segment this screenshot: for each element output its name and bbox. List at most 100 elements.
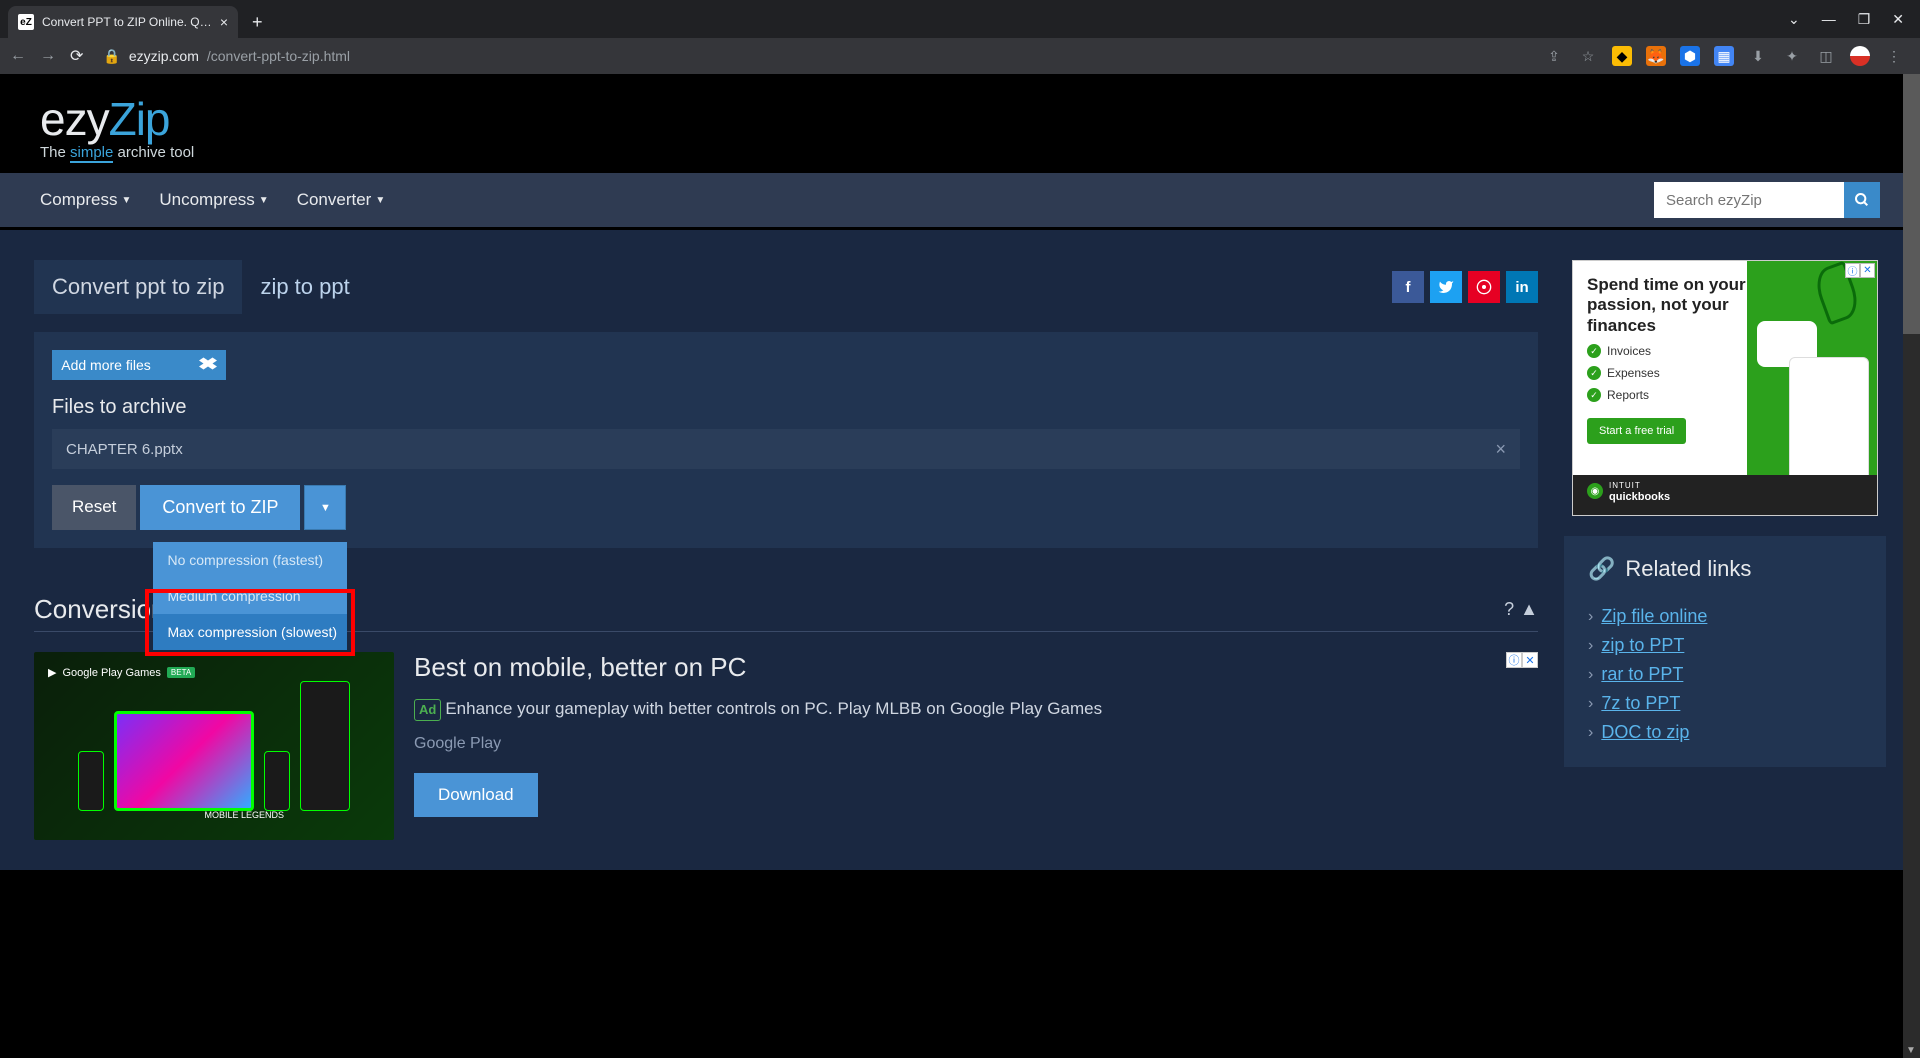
browser-titlebar: eZ Convert PPT to ZIP Online. Quick… × +… <box>0 0 1920 38</box>
content-area: Convert ppt to zip zip to ppt f in Add m… <box>0 227 1920 870</box>
browser-addressbar: ← → ⟳ 🔒 ezyzip.com/convert-ppt-to-zip.ht… <box>0 38 1920 74</box>
add-more-files-button[interactable]: Add more files <box>52 350 226 380</box>
tab-convert-ppt-to-zip[interactable]: Convert ppt to zip <box>34 260 242 314</box>
related-link-item: ›rar to PPT <box>1588 660 1862 689</box>
social-buttons: f in <box>1392 271 1538 303</box>
close-icon[interactable]: × <box>220 14 228 30</box>
nav-uncompress[interactable]: Uncompress▼ <box>159 190 268 210</box>
tab-dropdown-icon[interactable]: ⌄ <box>1788 11 1800 28</box>
back-button[interactable]: ← <box>10 47 26 65</box>
beta-badge: BETA <box>167 667 195 678</box>
ad-info-icon[interactable]: ⓘ <box>1506 652 1522 668</box>
extension-icon-4[interactable]: ▦ <box>1714 46 1734 66</box>
ad-badge: Ad <box>414 699 441 721</box>
new-tab-button[interactable]: + <box>252 12 263 33</box>
side-ad-cta-button[interactable]: Start a free trial <box>1587 418 1686 444</box>
profile-avatar[interactable] <box>1850 46 1870 66</box>
file-name: CHAPTER 6.pptx <box>66 441 183 458</box>
help-icon: ? <box>1504 599 1514 620</box>
dropdown-option-no-compression[interactable]: No compression (fastest) <box>153 542 347 578</box>
extension-icon-2[interactable]: 🦊 <box>1646 46 1666 66</box>
minimize-button[interactable]: — <box>1822 11 1836 27</box>
related-link[interactable]: 7z to PPT <box>1601 693 1680 714</box>
bookmark-icon[interactable]: ☆ <box>1578 46 1598 66</box>
compression-dropdown: No compression (fastest) Medium compress… <box>153 542 347 650</box>
search-input[interactable] <box>1654 182 1844 218</box>
ad-info-icon[interactable]: ⓘ <box>1845 263 1860 278</box>
extension-icon-3[interactable]: ⬢ <box>1680 46 1700 66</box>
add-more-files-label: Add more files <box>61 357 150 373</box>
logo-part1: ezy <box>40 93 109 145</box>
nav-compress-label: Compress <box>40 190 117 210</box>
url-display[interactable]: 🔒 ezyzip.com/convert-ppt-to-zip.html <box>103 48 350 65</box>
compression-dropdown-button[interactable]: ▼ No compression (fastest) Medium compre… <box>304 485 346 530</box>
extensions-icon[interactable]: ✦ <box>1782 46 1802 66</box>
maximize-button[interactable]: ❐ <box>1858 11 1871 28</box>
ad-controls: ⓘ ✕ <box>1506 652 1538 668</box>
mobile-legends-logo: MOBILE LEGENDS <box>204 810 284 820</box>
menu-icon[interactable]: ⋮ <box>1884 46 1904 66</box>
link-icon: 🔗 <box>1588 556 1615 582</box>
ad-close-icon[interactable]: ✕ <box>1860 263 1875 278</box>
reset-button[interactable]: Reset <box>52 485 136 530</box>
tab-social-row: Convert ppt to zip zip to ppt f in <box>34 260 1538 314</box>
side-ad-feature: ✓Reports <box>1587 388 1747 402</box>
dropdown-option-medium-compression[interactable]: Medium compression <box>153 578 347 614</box>
search-box <box>1654 182 1880 218</box>
sidebar-advertisement[interactable]: ⓘ ✕ Spend time on your passion, not your… <box>1572 260 1878 516</box>
tab-zip-to-ppt-link[interactable]: zip to ppt <box>260 274 349 299</box>
twitter-icon[interactable] <box>1430 271 1462 303</box>
scroll-down-icon[interactable]: ▼ <box>1906 1045 1916 1056</box>
check-icon: ✓ <box>1587 366 1601 380</box>
nav-converter[interactable]: Converter▼ <box>297 190 386 210</box>
related-link[interactable]: Zip file online <box>1601 606 1707 627</box>
dropdown-option-max-compression[interactable]: Max compression (slowest) <box>153 614 347 650</box>
side-ad-feature: ✓Invoices <box>1587 344 1747 358</box>
instructions-toggle[interactable]: ? ▲ <box>1504 599 1538 620</box>
related-link-item: ›zip to PPT <box>1588 631 1862 660</box>
reload-button[interactable]: ⟳ <box>70 46 83 66</box>
tab-favicon: eZ <box>18 14 34 30</box>
chevron-right-icon: › <box>1588 608 1593 626</box>
related-link-item: ›DOC to zip <box>1588 718 1862 747</box>
pinterest-icon[interactable] <box>1468 271 1500 303</box>
tagline-post: archive tool <box>113 144 194 161</box>
remove-file-icon[interactable]: × <box>1495 439 1506 460</box>
ad-source: Google Play <box>414 735 1538 753</box>
ad-controls: ⓘ ✕ <box>1845 263 1875 278</box>
download-button[interactable]: Download <box>414 773 538 817</box>
ad-image[interactable]: ▶ Google Play Games BETA MOBILE LEGENDS <box>34 652 394 840</box>
forward-button[interactable]: → <box>40 47 56 65</box>
facebook-icon[interactable]: f <box>1392 271 1424 303</box>
download-icon[interactable]: ⬇ <box>1748 46 1768 66</box>
advertisement-main: ⓘ ✕ ▶ Google Play Games BETA MOBILE LEGE… <box>34 652 1538 840</box>
search-button[interactable] <box>1844 182 1880 218</box>
vertical-scrollbar[interactable]: ▲ ▼ <box>1903 74 1920 1058</box>
logo[interactable]: ezyZip <box>40 92 1880 146</box>
related-link[interactable]: DOC to zip <box>1601 722 1689 743</box>
caret-down-icon: ▼ <box>320 502 331 514</box>
side-panel-icon[interactable]: ◫ <box>1816 46 1836 66</box>
scrollbar-thumb[interactable] <box>1903 74 1920 334</box>
close-window-button[interactable]: ✕ <box>1892 11 1904 28</box>
related-link[interactable]: zip to PPT <box>1601 635 1684 656</box>
ad-text: Enhance your gameplay with better contro… <box>445 699 1102 718</box>
files-to-archive-heading: Files to archive <box>52 396 1520 419</box>
nav-converter-label: Converter <box>297 190 372 210</box>
extension-icon-1[interactable]: ◆ <box>1612 46 1632 66</box>
caret-icon: ▼ <box>121 195 131 206</box>
ad-close-icon[interactable]: ✕ <box>1522 652 1538 668</box>
browser-tab[interactable]: eZ Convert PPT to ZIP Online. Quick… × <box>8 6 238 38</box>
tab-zip-to-ppt[interactable]: zip to ppt <box>242 260 367 314</box>
nav-compress[interactable]: Compress ▼ <box>40 190 131 210</box>
share-icon[interactable]: ⇪ <box>1544 46 1564 66</box>
header: ezyZip The simple archive tool <box>0 74 1920 171</box>
related-link[interactable]: rar to PPT <box>1601 664 1683 685</box>
search-icon <box>1854 192 1870 208</box>
caret-icon: ▼ <box>259 195 269 206</box>
convert-to-zip-button[interactable]: Convert to ZIP <box>140 485 300 530</box>
extensions-area: ⇪ ☆ ◆ 🦊 ⬢ ▦ ⬇ ✦ ◫ ⋮ <box>1544 46 1910 66</box>
linkedin-icon[interactable]: in <box>1506 271 1538 303</box>
url-path: /convert-ppt-to-zip.html <box>207 48 350 64</box>
caret-icon: ▼ <box>375 195 385 206</box>
